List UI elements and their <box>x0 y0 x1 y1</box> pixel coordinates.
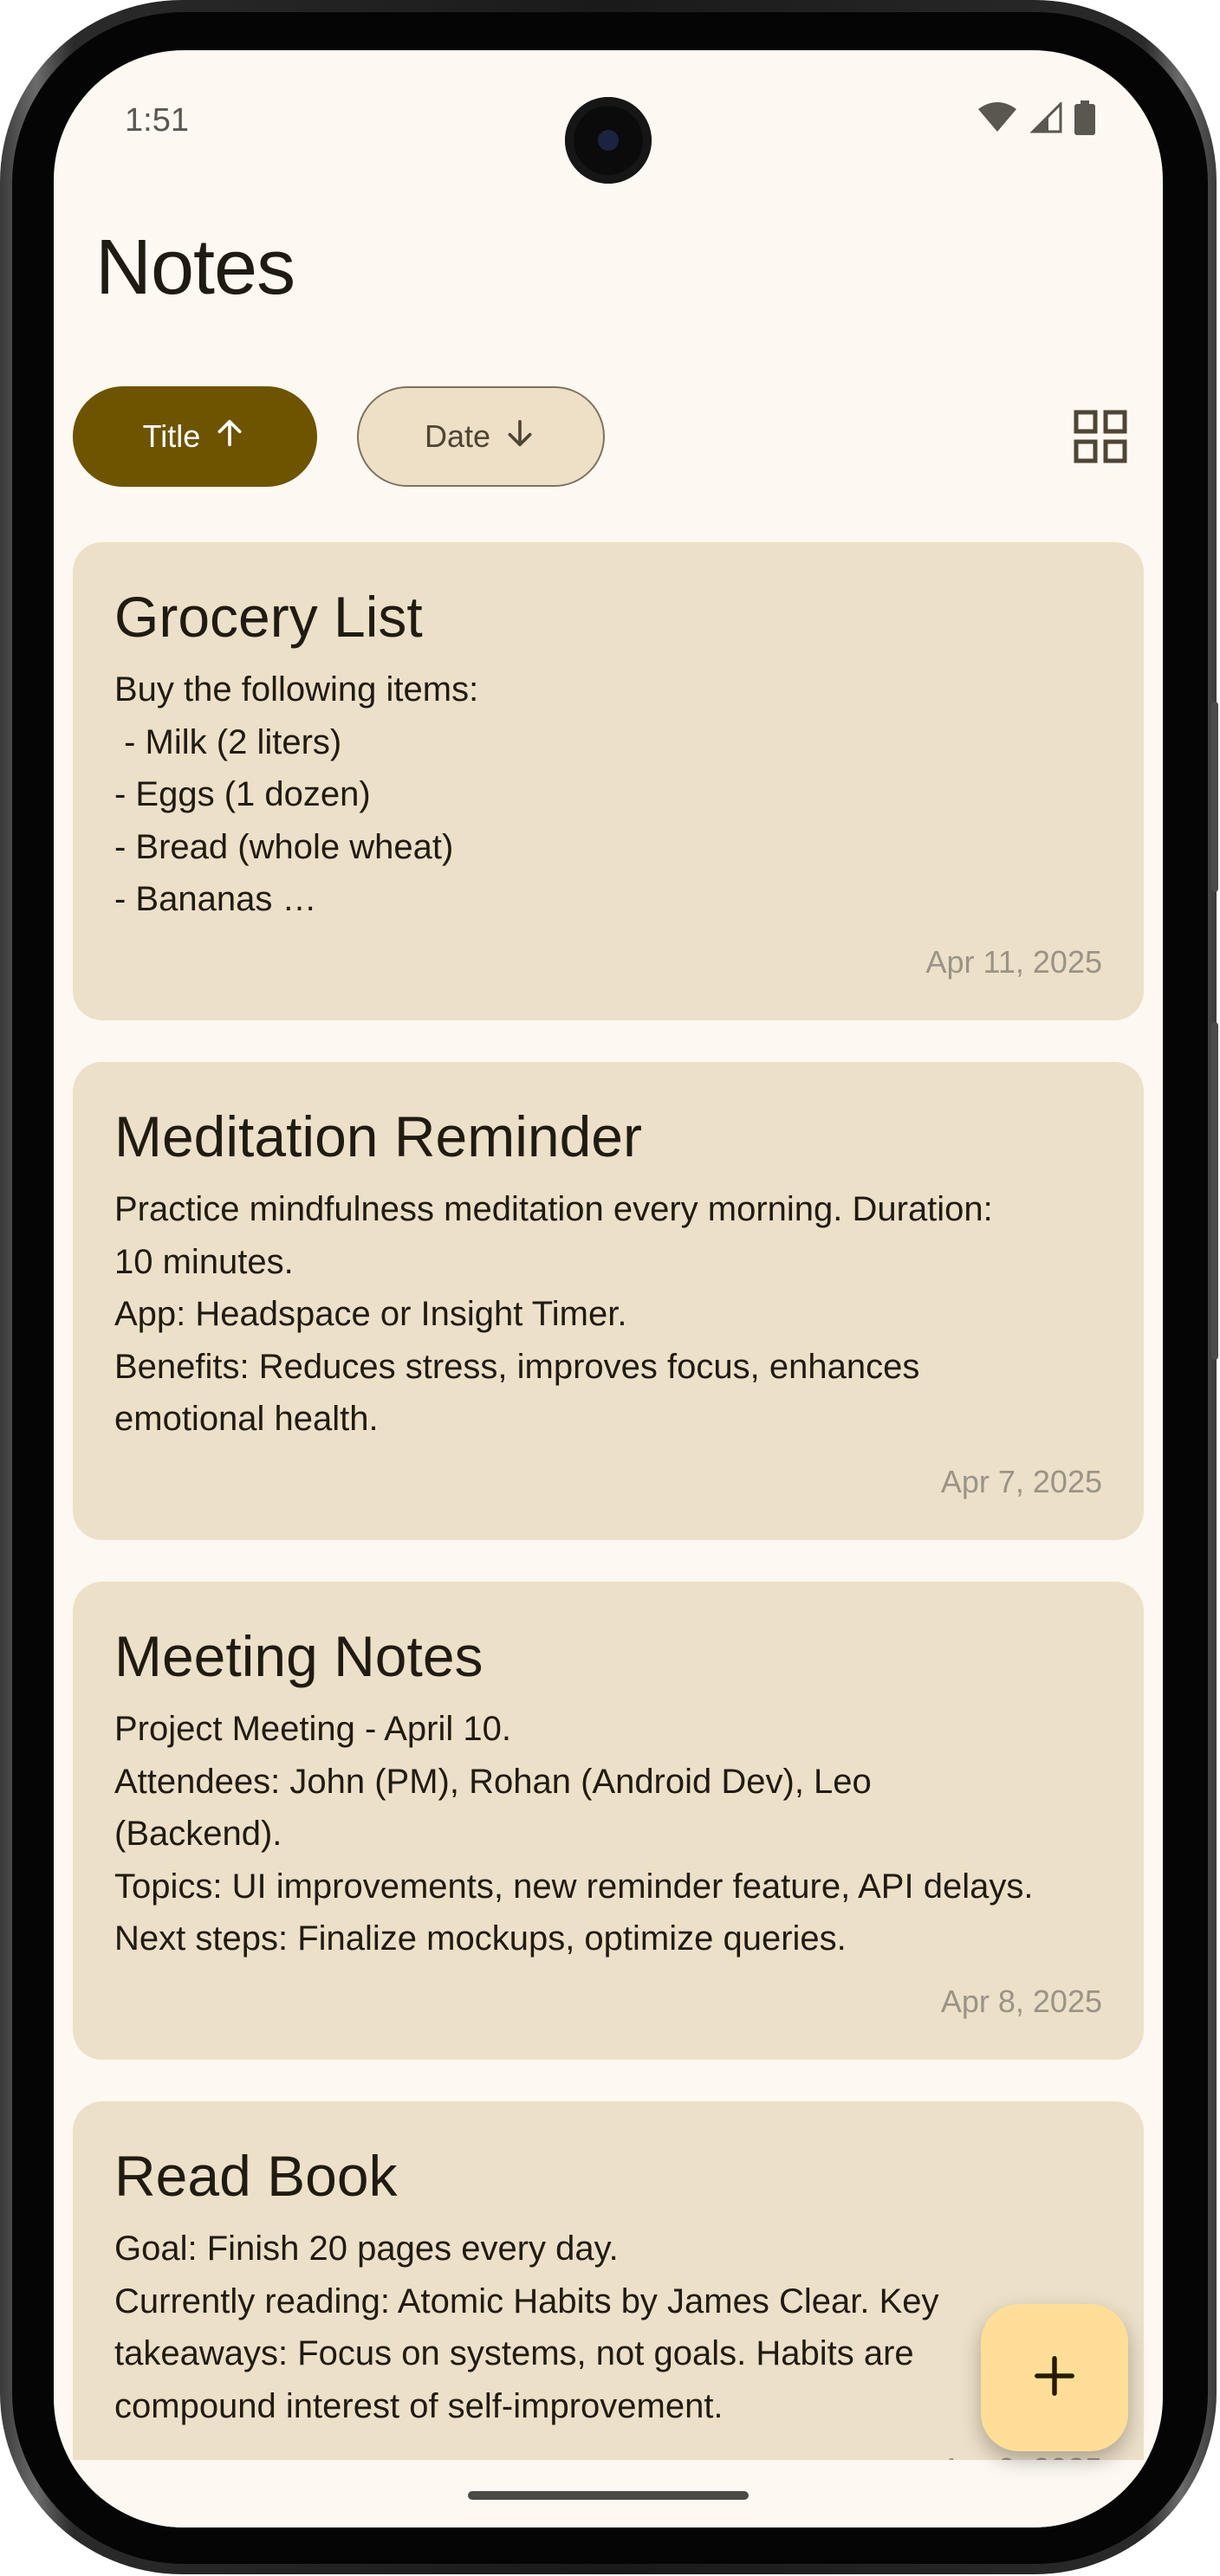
sort-by-date-chip[interactable]: Date <box>357 386 605 487</box>
note-card[interactable]: Meeting Notes Project Meeting - April 10… <box>73 1582 1144 2060</box>
note-body: Project Meeting - April 10. Attendees: J… <box>114 1710 1034 1958</box>
arrow-up-icon <box>212 416 247 458</box>
note-title: Meeting Notes <box>114 1624 483 1688</box>
note-body: Buy the following items: - Milk (2 liter… <box>114 670 479 918</box>
wifi-icon <box>977 102 1017 138</box>
note-date: Apr 8, 2025 <box>940 1984 1102 2019</box>
power-button <box>1211 1022 1218 1360</box>
note-body: Practice mindfulness meditation every mo… <box>114 1190 993 1438</box>
status-icons <box>977 100 1095 139</box>
note-body: Goal: Finish 20 pages every day. Current… <box>114 2230 939 2425</box>
page-title: Notes <box>95 224 295 311</box>
plus-icon <box>1031 2353 1078 2404</box>
battery-icon <box>1074 100 1095 139</box>
arrow-down-icon <box>503 416 537 458</box>
chip-label: Date <box>424 418 491 454</box>
add-note-button[interactable] <box>981 2304 1128 2451</box>
status-time: 1:51 <box>125 102 189 139</box>
signal-icon <box>1029 100 1062 138</box>
grid-view-button[interactable] <box>1073 409 1128 464</box>
note-card[interactable]: Meditation Reminder Practice mindfulness… <box>73 1062 1144 1540</box>
grid-view-icon <box>1073 410 1128 468</box>
note-title: Read Book <box>114 2144 398 2208</box>
app-screen: 1:51 Notes Title Date Grocery List Buy t… <box>54 50 1163 2527</box>
sort-by-title-chip[interactable]: Title <box>73 386 317 487</box>
note-date: Apr 7, 2025 <box>940 1464 1102 1499</box>
front-camera <box>565 97 652 184</box>
note-card[interactable]: Grocery List Buy the following items: - … <box>73 542 1144 1020</box>
note-title: Grocery List <box>114 585 423 649</box>
note-title: Meditation Reminder <box>114 1104 642 1168</box>
home-gesture-bar[interactable] <box>468 2491 749 2500</box>
chip-label: Title <box>142 418 201 454</box>
note-date: Apr 11, 2025 <box>925 944 1102 980</box>
volume-button <box>1211 702 1218 892</box>
